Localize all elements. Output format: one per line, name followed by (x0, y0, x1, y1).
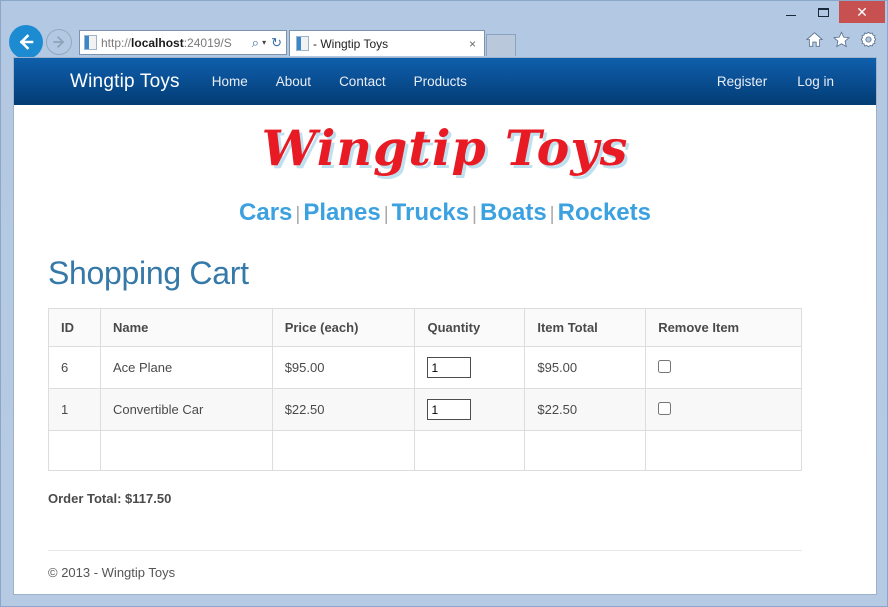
title-bar: ✕ (1, 1, 887, 25)
tab-close-icon[interactable]: × (465, 37, 480, 51)
category-link-cars[interactable]: Cars (239, 199, 292, 226)
address-bar-url: http://localhost:24019/S (101, 36, 250, 50)
cell-item-total: $95.00 (525, 347, 646, 389)
forward-arrow-icon (51, 34, 67, 50)
column-header-id: ID (49, 309, 101, 347)
chevron-down-icon[interactable]: ▾ (261, 38, 269, 47)
cell-item-total: $22.50 (525, 389, 646, 431)
category-link-rockets[interactable]: Rockets (558, 199, 651, 226)
cell-quantity (415, 389, 525, 431)
cell-price: $22.50 (272, 389, 415, 431)
maximize-button[interactable] (807, 1, 839, 23)
category-link-planes[interactable]: Planes (303, 199, 380, 226)
page-title: Shopping Cart (48, 255, 842, 292)
category-separator: | (469, 204, 480, 225)
cell-name: Convertible Car (100, 389, 272, 431)
cell-empty (49, 431, 101, 471)
remove-item-checkbox[interactable] (658, 360, 671, 373)
tab-wingtip-toys[interactable]: - Wingtip Toys × (289, 30, 485, 56)
page-content: Wingtip Toys Cars|Planes|Trucks|Boats|Ro… (14, 119, 876, 580)
site-logo: Wingtip Toys (48, 119, 842, 177)
page-viewport: Wingtip Toys Home About Contact Products… (13, 57, 877, 595)
category-separator: | (547, 204, 558, 225)
table-row-empty (49, 431, 802, 471)
refresh-icon[interactable]: ↻ (269, 35, 284, 51)
url-host: localhost (131, 36, 184, 50)
minimize-button[interactable] (775, 1, 807, 23)
cell-price: $95.00 (272, 347, 415, 389)
column-header-price: Price (each) (272, 309, 415, 347)
nav-item-products[interactable]: Products (414, 74, 467, 89)
new-tab-button[interactable] (486, 34, 516, 56)
column-header-remove: Remove Item (646, 309, 802, 347)
remove-item-checkbox[interactable] (658, 402, 671, 415)
cell-empty (415, 431, 525, 471)
category-links: Cars|Planes|Trucks|Boats|Rockets (48, 199, 842, 227)
cell-empty (646, 431, 802, 471)
settings-icon[interactable] (860, 31, 877, 48)
home-icon[interactable] (806, 31, 823, 48)
category-separator: | (292, 204, 303, 225)
forward-button[interactable] (46, 29, 72, 55)
primary-nav: Home About Contact Products (212, 74, 467, 89)
cell-empty (272, 431, 415, 471)
minimize-icon (786, 15, 796, 16)
quantity-input[interactable] (427, 399, 471, 420)
favorites-icon[interactable] (833, 31, 850, 48)
site-brand[interactable]: Wingtip Toys (70, 71, 180, 93)
column-header-name: Name (100, 309, 272, 347)
category-link-boats[interactable]: Boats (480, 199, 547, 226)
page-icon (84, 35, 97, 50)
cell-remove (646, 389, 802, 431)
cell-empty (100, 431, 272, 471)
footer-divider (48, 550, 802, 551)
table-row: 1 Convertible Car $22.50 $22.50 (49, 389, 802, 431)
cell-empty (525, 431, 646, 471)
window-controls: ✕ (775, 1, 885, 23)
maximize-icon (818, 8, 829, 17)
close-button[interactable]: ✕ (839, 1, 885, 23)
nav-item-register[interactable]: Register (717, 74, 767, 89)
cell-id: 1 (49, 389, 101, 431)
table-body: 6 Ace Plane $95.00 $95.00 1 Converti (49, 347, 802, 471)
browser-toolbar: http://localhost:24019/S ⌕ ▾ ↻ - Wingtip… (1, 23, 887, 61)
cell-remove (646, 347, 802, 389)
back-button[interactable] (9, 25, 43, 59)
browser-tools (806, 31, 877, 48)
category-link-trucks[interactable]: Trucks (392, 199, 469, 226)
tab-favicon-icon (296, 36, 309, 51)
address-bar[interactable]: http://localhost:24019/S ⌕ ▾ ↻ (79, 30, 287, 55)
site-navbar: Wingtip Toys Home About Contact Products… (14, 58, 876, 105)
column-header-itemtotal: Item Total (525, 309, 646, 347)
order-total: Order Total: $117.50 (48, 491, 842, 506)
nav-item-home[interactable]: Home (212, 74, 248, 89)
url-path: :24019/S (184, 36, 232, 50)
back-arrow-icon (16, 32, 36, 52)
nav-item-about[interactable]: About (276, 74, 311, 89)
table-header-row: ID Name Price (each) Quantity Item Total… (49, 309, 802, 347)
column-header-quantity: Quantity (415, 309, 525, 347)
quantity-input[interactable] (427, 357, 471, 378)
category-separator: | (381, 204, 392, 225)
cell-name: Ace Plane (100, 347, 272, 389)
nav-item-contact[interactable]: Contact (339, 74, 386, 89)
footer-text: © 2013 - Wingtip Toys (48, 565, 842, 580)
search-icon[interactable]: ⌕ (250, 35, 261, 51)
close-icon: ✕ (856, 5, 868, 19)
tab-strip: - Wingtip Toys × (289, 30, 516, 56)
nav-item-login[interactable]: Log in (797, 74, 834, 89)
cell-id: 6 (49, 347, 101, 389)
cell-quantity (415, 347, 525, 389)
table-header: ID Name Price (each) Quantity Item Total… (49, 309, 802, 347)
shopping-cart-table: ID Name Price (each) Quantity Item Total… (48, 308, 802, 471)
browser-window: ✕ http://localhost:24019/S ⌕ ▾ ↻ - Win (0, 0, 888, 607)
url-scheme: http:// (101, 36, 131, 50)
account-nav: Register Log in (717, 74, 834, 89)
table-row: 6 Ace Plane $95.00 $95.00 (49, 347, 802, 389)
tab-title: - Wingtip Toys (313, 37, 465, 51)
